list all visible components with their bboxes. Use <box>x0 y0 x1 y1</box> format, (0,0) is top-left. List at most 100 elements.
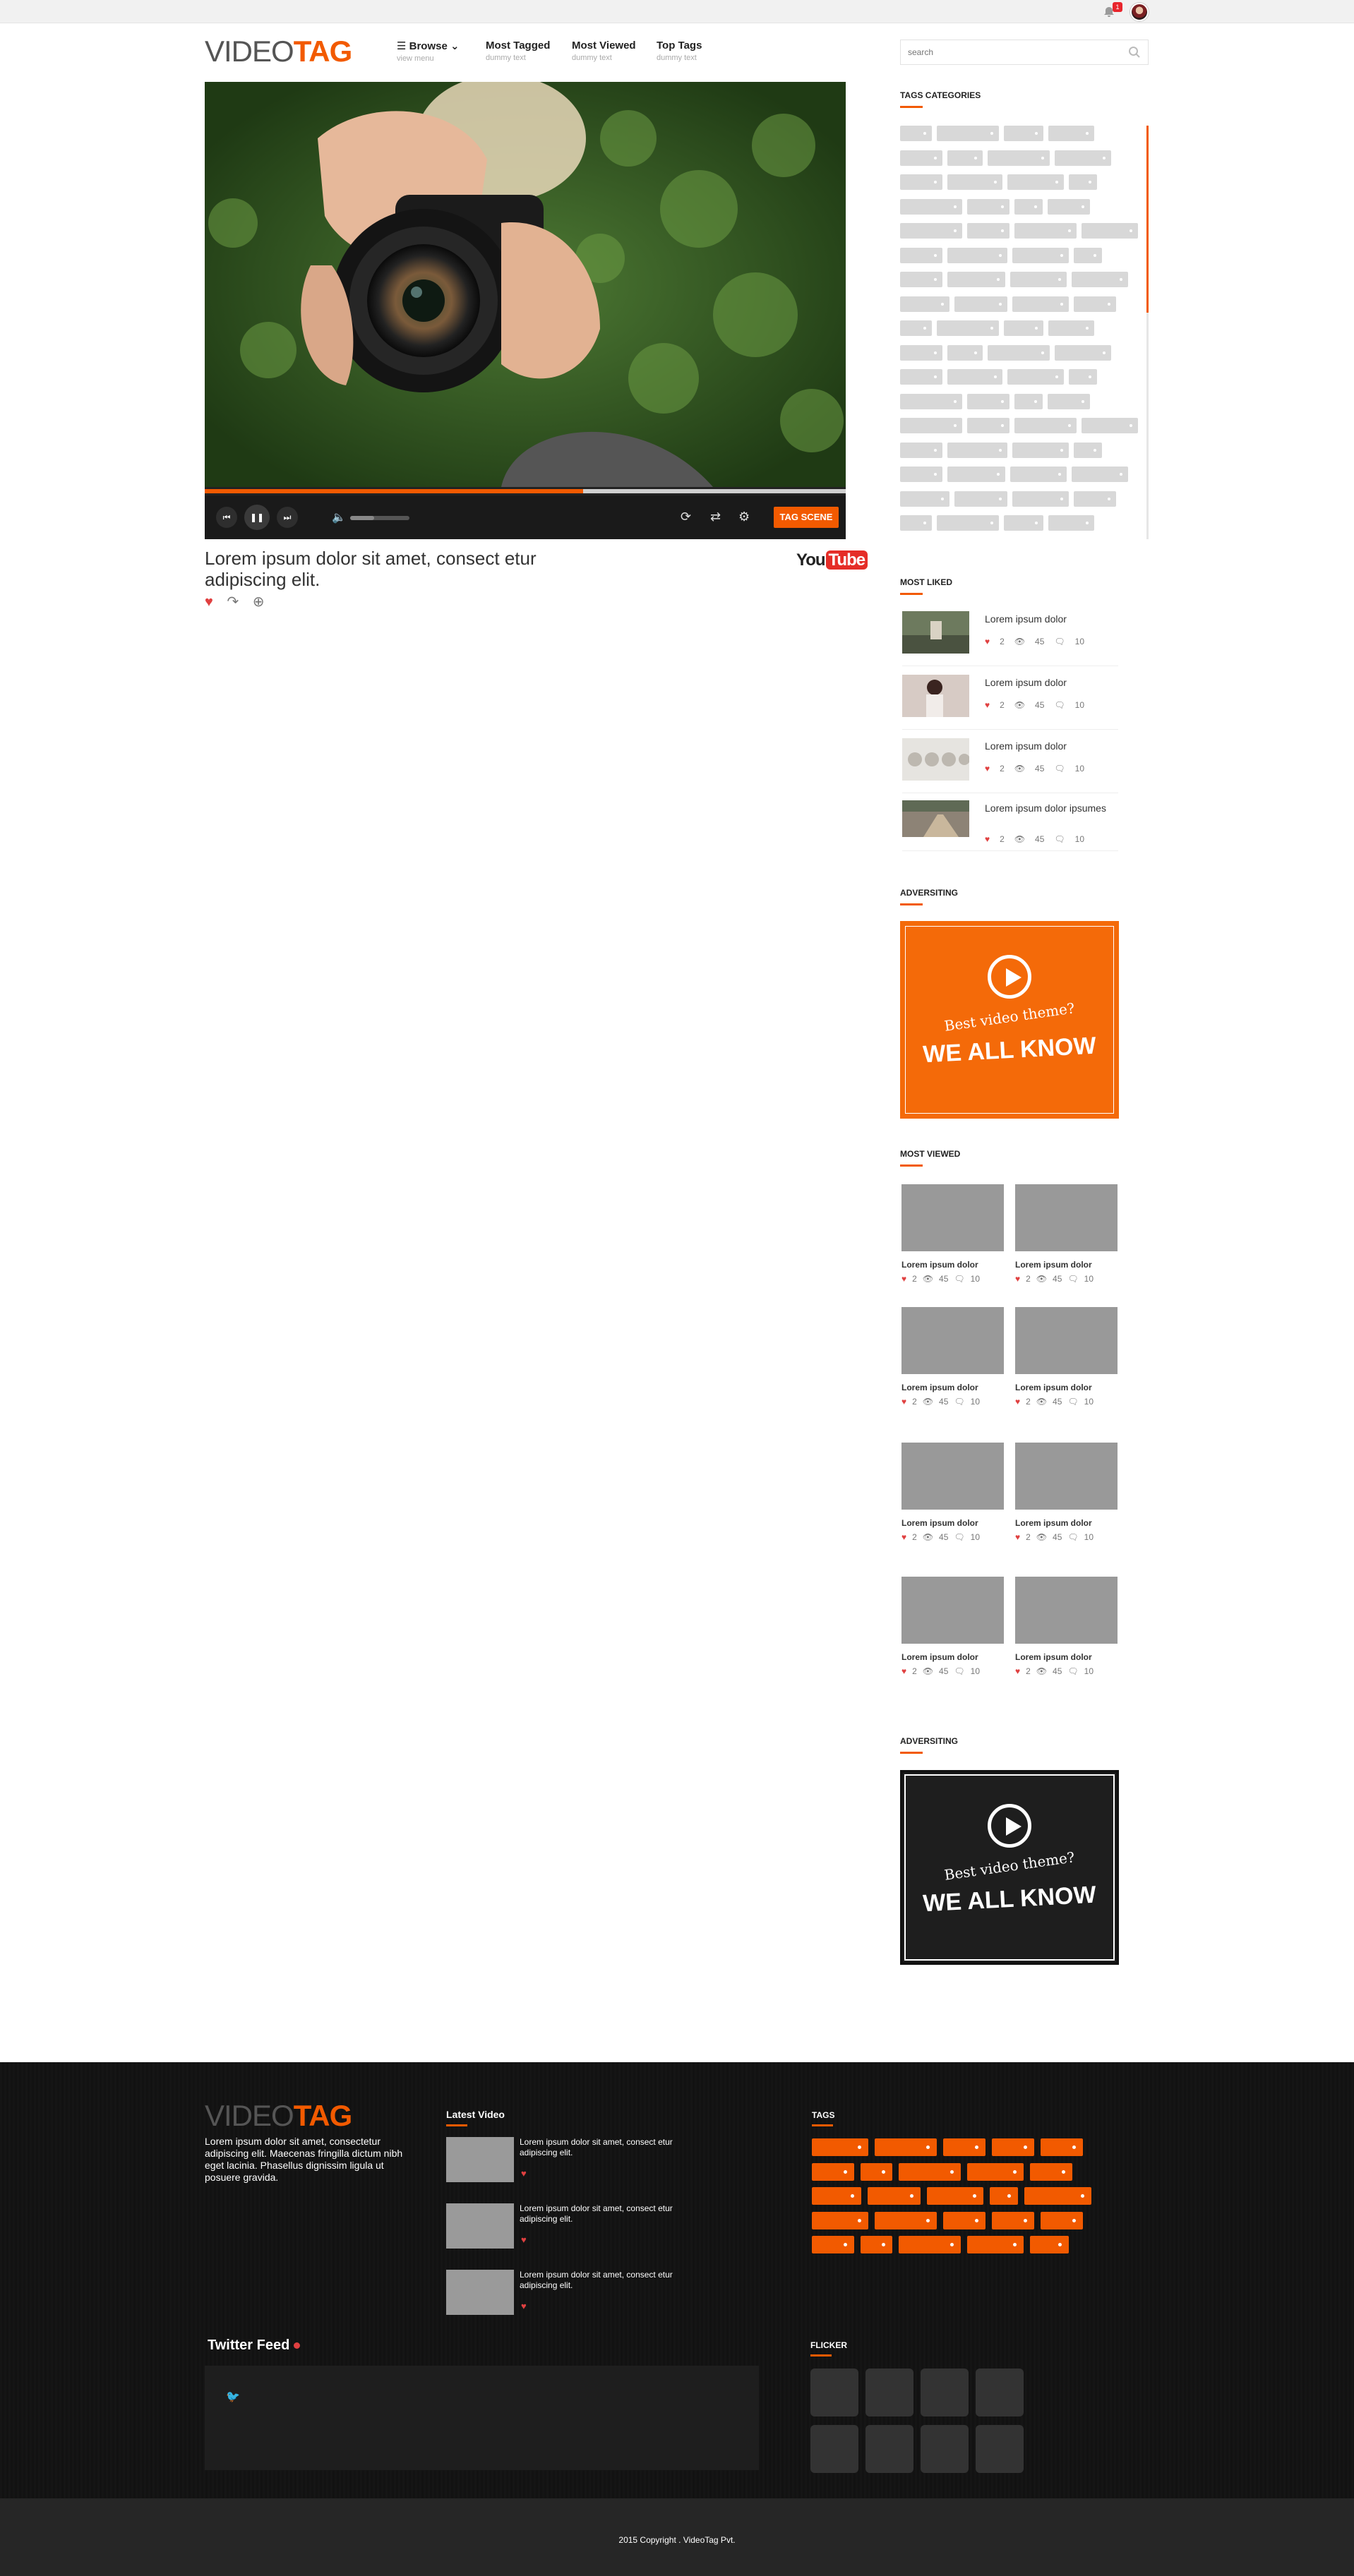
search-input[interactable] <box>901 40 1113 64</box>
flicker-thumbnail[interactable] <box>976 2425 1024 2473</box>
footer-tag-pill[interactable] <box>812 2187 861 2205</box>
advertising-banner-2[interactable]: Best video theme? WE ALL KNOW <box>900 1770 1119 1965</box>
footer-tag-pill[interactable] <box>899 2162 961 2181</box>
flicker-thumbnail[interactable] <box>810 2425 858 2473</box>
pause-icon[interactable]: ❚❚ <box>244 505 270 530</box>
most-liked-item[interactable]: Lorem ipsum dolor ♥ 2 👁 45 🗨 10 <box>902 611 1118 666</box>
tag-pill[interactable] <box>1048 515 1094 531</box>
most-liked-item[interactable]: Lorem ipsum dolor ♥ 2 👁 45 🗨 10 <box>902 738 1118 793</box>
footer-tag-pill[interactable] <box>1030 2236 1069 2253</box>
heart-icon[interactable]: ♥ <box>521 2301 527 2311</box>
tag-pill[interactable] <box>1055 150 1111 166</box>
tag-pill[interactable] <box>900 150 942 166</box>
footer-tag-pill[interactable] <box>812 2138 868 2156</box>
tag-pill[interactable] <box>1014 223 1077 239</box>
footer-tag-pill[interactable] <box>812 2162 854 2181</box>
tag-pill[interactable] <box>947 247 1007 263</box>
tag-pill[interactable] <box>1012 442 1069 458</box>
volume-slider[interactable] <box>350 516 409 520</box>
footer-tag-pill[interactable] <box>967 2236 1024 2253</box>
tag-pill[interactable] <box>1012 296 1069 312</box>
tag-pill[interactable] <box>900 320 932 336</box>
footer-tag-pill[interactable] <box>1041 2211 1083 2229</box>
share-icon[interactable]: ↷ <box>227 593 239 610</box>
tag-pill[interactable] <box>1048 393 1090 409</box>
latest-video-item[interactable]: Lorem ipsum dolor sit amet, consect etur… <box>446 2270 686 2319</box>
footer-tag-pill[interactable] <box>943 2138 985 2156</box>
tag-pill[interactable] <box>900 369 942 385</box>
latest-video-item[interactable]: Lorem ipsum dolor sit amet, consect etur… <box>446 2203 686 2253</box>
footer-tag-pill[interactable] <box>1041 2138 1083 2156</box>
next-icon[interactable]: ⏭ <box>277 507 298 528</box>
flicker-thumbnail[interactable] <box>810 2369 858 2416</box>
footer-tag-pill[interactable] <box>992 2211 1034 2229</box>
tag-pill[interactable] <box>967 418 1009 433</box>
footer-tag-pill[interactable] <box>875 2211 937 2229</box>
tag-pill[interactable] <box>900 490 949 507</box>
tag-pill[interactable] <box>1048 126 1094 141</box>
progress-bar[interactable] <box>205 487 846 495</box>
flicker-thumbnail[interactable] <box>865 2369 913 2416</box>
twitter-icon[interactable]: 🐦 <box>226 2390 240 2404</box>
tag-pill[interactable] <box>947 369 1002 385</box>
tag-pill[interactable] <box>947 150 983 166</box>
tag-pill[interactable] <box>947 272 1005 287</box>
tag-pill[interactable] <box>947 174 1002 190</box>
tag-pill[interactable] <box>1074 296 1116 312</box>
tag-pill[interactable] <box>954 296 1007 312</box>
advertising-banner[interactable]: Best video theme? WE ALL KNOW <box>900 921 1119 1119</box>
flicker-thumbnail[interactable] <box>921 2425 969 2473</box>
tag-pill[interactable] <box>1012 490 1069 507</box>
footer-tag-pill[interactable] <box>812 2236 854 2253</box>
tag-pill[interactable] <box>900 126 932 141</box>
search-icon[interactable] <box>1128 46 1141 59</box>
nav-top-tags[interactable]: Top Tags dummy text <box>657 40 702 62</box>
shuffle-icon[interactable]: ⇄ <box>710 510 721 524</box>
tag-pill[interactable] <box>1074 247 1102 263</box>
tag-pill[interactable] <box>988 150 1050 166</box>
tag-pill[interactable] <box>1069 174 1097 190</box>
footer-tag-pill[interactable] <box>861 2236 892 2253</box>
footer-tag-pill[interactable] <box>1024 2187 1091 2205</box>
settings-icon[interactable]: ⚙ <box>738 510 750 524</box>
tag-pill[interactable] <box>1007 174 1064 190</box>
footer-tag-pill[interactable] <box>927 2187 983 2205</box>
footer-tag-pill[interactable] <box>875 2138 937 2156</box>
tag-pill[interactable] <box>988 344 1050 361</box>
footer-tag-pill[interactable] <box>1030 2162 1072 2181</box>
tag-pill[interactable] <box>1010 272 1067 287</box>
tag-pill[interactable] <box>1055 344 1111 361</box>
footer-tag-pill[interactable] <box>992 2138 1034 2156</box>
repeat-icon[interactable]: ⟳ <box>681 510 691 524</box>
scrollbar-thumb[interactable] <box>1146 126 1149 313</box>
site-logo[interactable]: VIDEOTAG <box>205 35 352 68</box>
tag-pill[interactable] <box>1014 198 1043 215</box>
tag-pill[interactable] <box>967 223 1009 239</box>
footer-tag-pill[interactable] <box>967 2162 1024 2181</box>
flicker-thumbnail[interactable] <box>865 2425 913 2473</box>
nav-most-viewed[interactable]: Most Viewed dummy text <box>572 40 636 62</box>
most-liked-item[interactable]: Lorem ipsum dolor ipsumes ♥ 2 👁 45 🗨 10 <box>902 800 1118 851</box>
tag-pill[interactable] <box>900 418 962 433</box>
tag-pill[interactable] <box>967 393 1009 409</box>
footer-tag-pill[interactable] <box>868 2187 921 2205</box>
tag-pill[interactable] <box>937 320 999 336</box>
most-viewed-item[interactable]: Lorem ipsum dolor ♥ 2 👁 45 🗨 10 <box>1015 1307 1118 1407</box>
tag-pill[interactable] <box>900 344 942 361</box>
tag-pill[interactable] <box>1074 442 1102 458</box>
tag-pill[interactable] <box>900 174 942 190</box>
tag-pill[interactable] <box>1072 467 1128 482</box>
latest-video-item[interactable]: Lorem ipsum dolor sit amet, consect etur… <box>446 2137 686 2186</box>
footer-tag-pill[interactable] <box>812 2211 868 2229</box>
tag-pill[interactable] <box>900 515 932 531</box>
tag-pill[interactable] <box>1069 369 1097 385</box>
volume-icon[interactable]: 🔈 <box>332 510 346 524</box>
footer-tag-pill[interactable] <box>990 2187 1018 2205</box>
most-viewed-item[interactable]: Lorem ipsum dolor ♥ 2 👁 45 🗨 10 <box>1015 1184 1118 1284</box>
tag-pill[interactable] <box>1004 320 1043 336</box>
tag-pill[interactable] <box>900 198 962 215</box>
footer-tag-pill[interactable] <box>899 2236 961 2253</box>
tag-pill[interactable] <box>937 515 999 531</box>
footer-tag-pill[interactable] <box>861 2162 892 2181</box>
most-liked-item[interactable]: Lorem ipsum dolor ♥ 2 👁 45 🗨 10 <box>902 675 1118 730</box>
